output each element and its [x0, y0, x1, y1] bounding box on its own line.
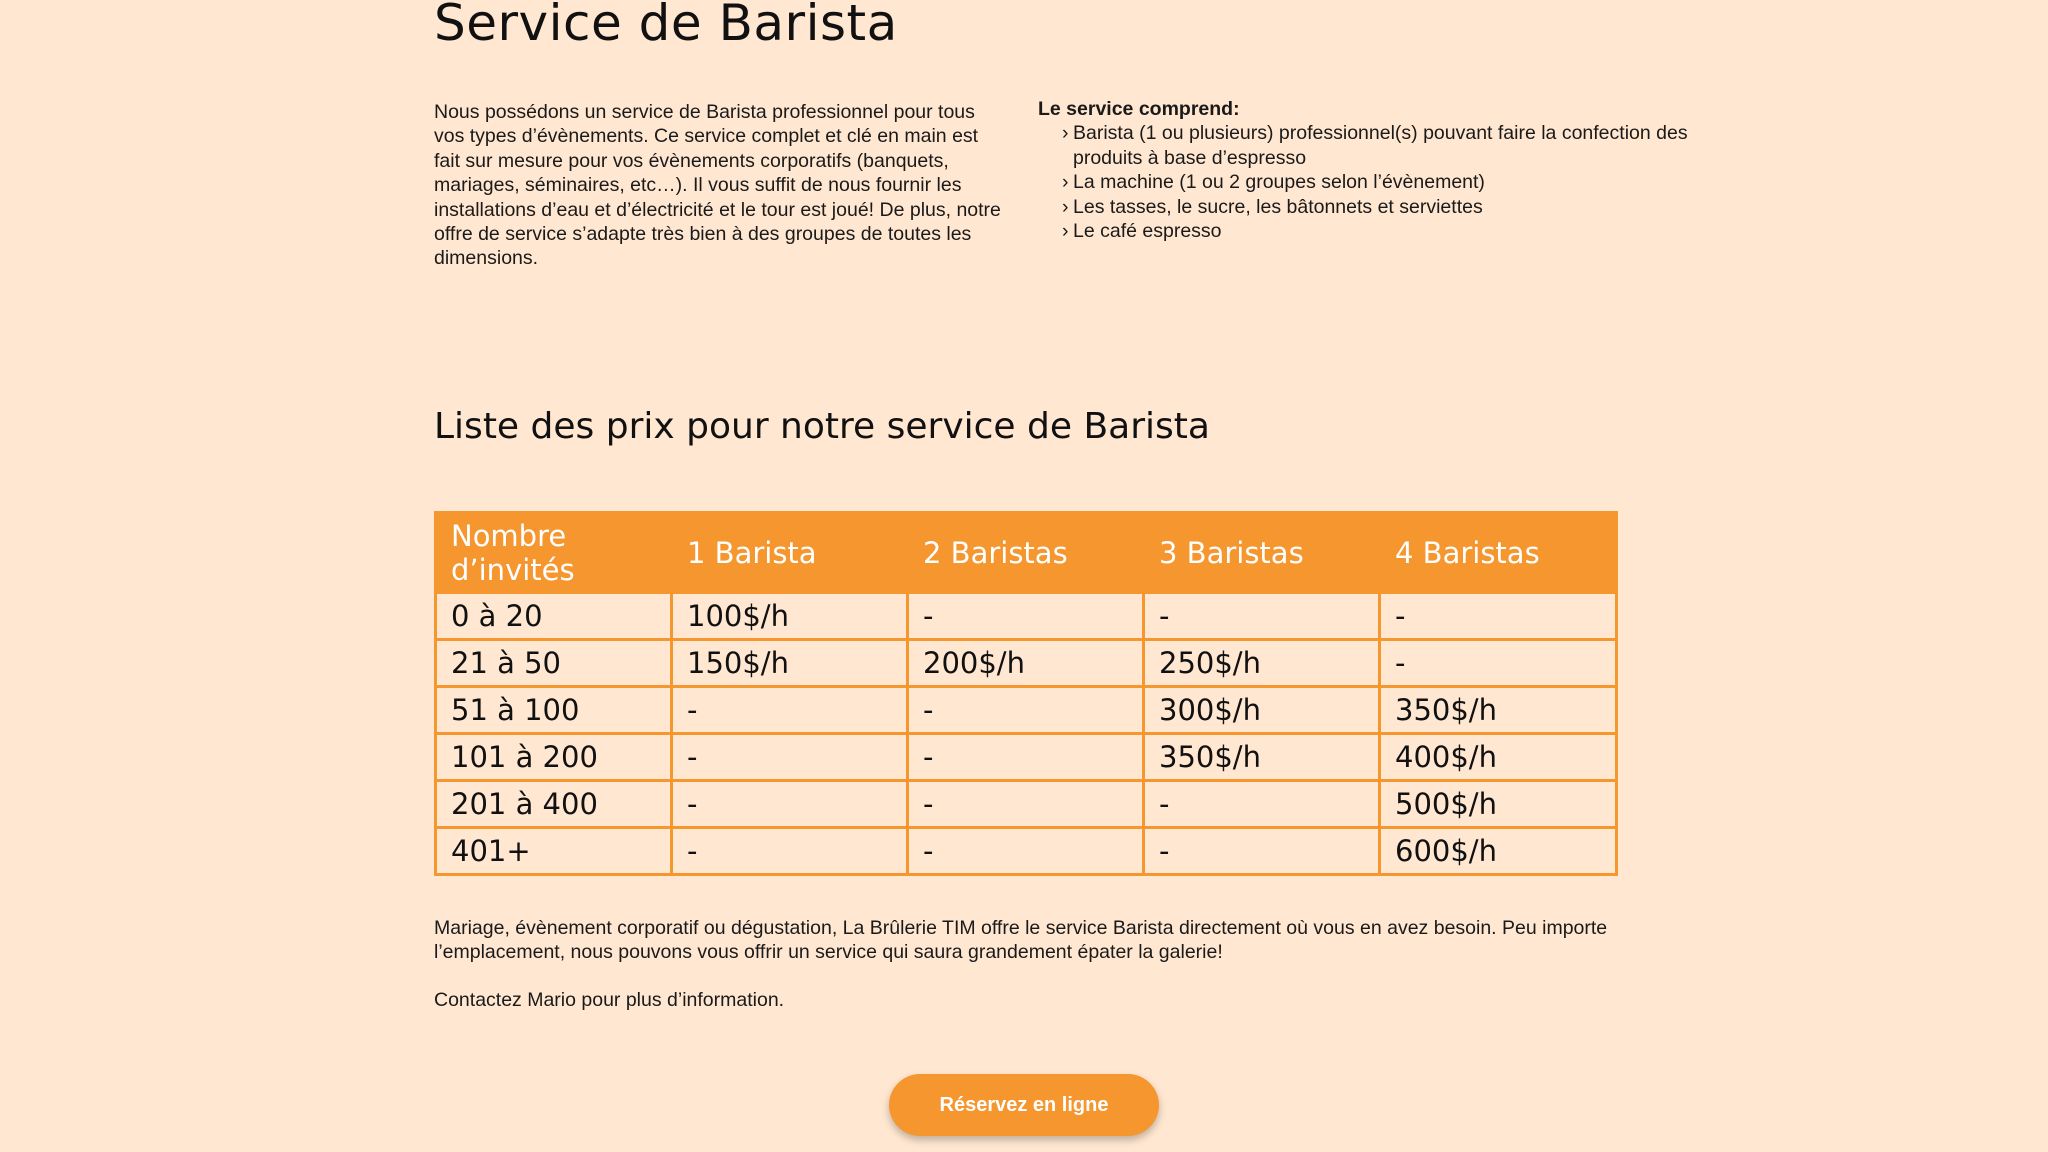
table-row: 21 à 50 150$/h 200$/h 250$/h -	[434, 638, 1618, 688]
table-cell: -	[1378, 591, 1618, 641]
table-cell: 350$/h	[1378, 685, 1618, 735]
page: Service de Barista Nous possédons un ser…	[0, 0, 2048, 1152]
table-cell: 250$/h	[1142, 638, 1381, 688]
list-item-text: Barista (1 ou plusieurs) professionnel(s…	[1073, 122, 1688, 169]
table-cell: -	[906, 779, 1145, 829]
header-guests: Nombre d’invités	[434, 511, 673, 594]
table-cell: 101 à 200	[434, 732, 673, 782]
table-cell: -	[670, 732, 909, 782]
table-row: 0 à 20 100$/h - - -	[434, 591, 1618, 641]
table-cell: -	[1378, 638, 1618, 688]
list-item: › La machine (1 ou 2 groupes selon l’évèn…	[1038, 170, 1738, 194]
table-cell: -	[670, 779, 909, 829]
table-cell: 350$/h	[1142, 732, 1381, 782]
table-cell: -	[1142, 591, 1381, 641]
chevron-right-icon: ›	[1062, 171, 1069, 194]
table-cell: 300$/h	[1142, 685, 1381, 735]
intro-paragraph: Nous possédons un service de Barista pro…	[434, 101, 1001, 270]
outro-paragraph: Mariage, évènement corporatif ou dégusta…	[434, 917, 1608, 964]
table-cell: 200$/h	[906, 638, 1145, 688]
table-cell: 500$/h	[1378, 779, 1618, 829]
table-cell: -	[670, 685, 909, 735]
table-row: 51 à 100 - - 300$/h 350$/h	[434, 685, 1618, 735]
table-cell: -	[906, 732, 1145, 782]
includes-heading: Le service comprend:	[1038, 98, 1240, 120]
header-1-barista: 1 Barista	[670, 511, 909, 594]
list-item: › Les tasses, le sucre, les bâtonnets et …	[1038, 195, 1738, 219]
table-cell: 150$/h	[670, 638, 909, 688]
includes-list: › Barista (1 ou plusieurs) professionnel(…	[1038, 121, 1738, 243]
table-cell: -	[1142, 826, 1381, 876]
chevron-right-icon: ›	[1062, 122, 1069, 145]
contact-text: Contactez Mario pour plus d’information.	[434, 989, 785, 1011]
table-cell: 21 à 50	[434, 638, 673, 688]
header-4-baristas: 4 Baristas	[1378, 511, 1618, 594]
table-cell: 100$/h	[670, 591, 909, 641]
table-cell: -	[906, 826, 1145, 876]
table-row: 201 à 400 - - - 500$/h	[434, 779, 1618, 829]
header-2-baristas: 2 Baristas	[906, 511, 1145, 594]
table-row: 401+ - - - 600$/h	[434, 826, 1618, 876]
table-cell: 51 à 100	[434, 685, 673, 735]
table-row: 101 à 200 - - 350$/h 400$/h	[434, 732, 1618, 782]
service-includes: Le service comprend: › Barista (1 ou plus…	[1038, 97, 1738, 243]
table-cell: 400$/h	[1378, 732, 1618, 782]
table-cell: 600$/h	[1378, 826, 1618, 876]
chevron-right-icon: ›	[1062, 220, 1069, 243]
reserve-online-button[interactable]: Réservez en ligne	[889, 1074, 1159, 1136]
table-cell: -	[670, 826, 909, 876]
list-item-text: La machine (1 ou 2 groupes selon l’évène…	[1073, 171, 1485, 194]
table-cell: -	[1142, 779, 1381, 829]
table-cell: 401+	[434, 826, 673, 876]
list-item-text: Les tasses, le sucre, les bâtonnets et s…	[1073, 195, 1483, 218]
chevron-right-icon: ›	[1062, 195, 1069, 218]
table-cell: -	[906, 591, 1145, 641]
price-list-title: Liste des prix pour notre service de Bar…	[434, 406, 1210, 447]
table-header-row: Nombre d’invités 1 Barista 2 Baristas 3 …	[434, 511, 1618, 594]
price-table: Nombre d’invités 1 Barista 2 Baristas 3 …	[434, 511, 1618, 876]
list-item: › Barista (1 ou plusieurs) professionnel(…	[1038, 121, 1738, 170]
page-title: Service de Barista	[434, 0, 898, 52]
table-cell: -	[906, 685, 1145, 735]
table-cell: 201 à 400	[434, 779, 673, 829]
header-3-baristas: 3 Baristas	[1142, 511, 1381, 594]
list-item: › Le café espresso	[1038, 219, 1738, 243]
table-cell: 0 à 20	[434, 591, 673, 641]
list-item-text: Le café espresso	[1073, 220, 1222, 243]
